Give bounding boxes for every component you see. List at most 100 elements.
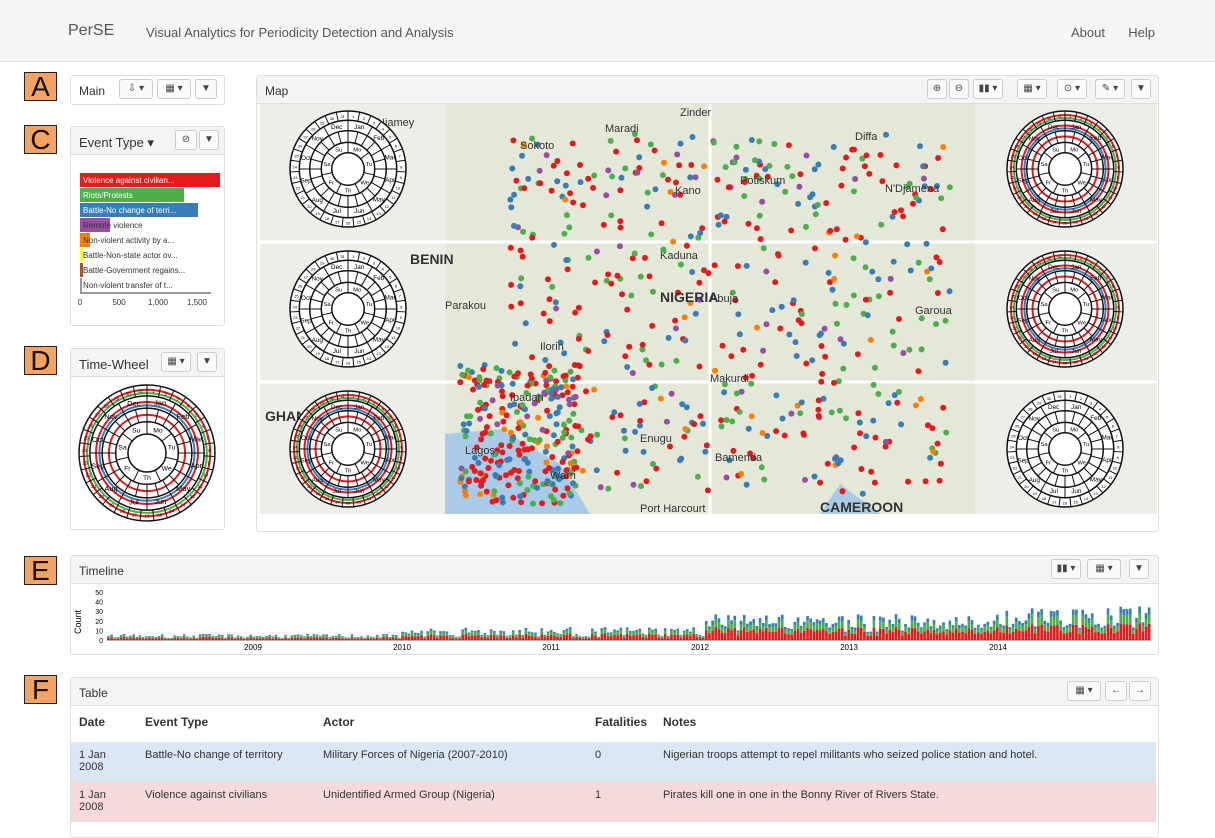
- event-dot[interactable]: [689, 269, 696, 275]
- timeline-bar[interactable]: [828, 633, 831, 640]
- event-dot[interactable]: [637, 273, 644, 280]
- timeline-bar[interactable]: [1097, 631, 1100, 640]
- timeline-bar[interactable]: [1005, 610, 1009, 617]
- timeline-bar[interactable]: [704, 630, 708, 641]
- timeline-bar[interactable]: [303, 637, 306, 639]
- event-dot[interactable]: [930, 448, 937, 455]
- event-dot[interactable]: [628, 292, 635, 299]
- event-dot[interactable]: [570, 199, 577, 206]
- timeline-bar[interactable]: [420, 630, 423, 633]
- timeline-bar[interactable]: [126, 636, 129, 638]
- event-dot[interactable]: [743, 481, 750, 488]
- event-dot[interactable]: [934, 440, 941, 447]
- timeline-bar[interactable]: [869, 635, 873, 640]
- event-dot[interactable]: [603, 192, 610, 199]
- event-dot[interactable]: [670, 238, 677, 245]
- timeline-bar[interactable]: [572, 638, 575, 640]
- timeline-bar[interactable]: [568, 633, 572, 640]
- event-dot[interactable]: [827, 227, 834, 234]
- event-dot[interactable]: [683, 242, 690, 249]
- timeline-bar[interactable]: [1081, 609, 1085, 616]
- event-dot[interactable]: [803, 360, 810, 367]
- timeline-bar[interactable]: [556, 636, 559, 640]
- timeline-bar[interactable]: [274, 635, 278, 636]
- timeline-bar[interactable]: [233, 638, 237, 639]
- timeline-bar[interactable]: [701, 636, 705, 639]
- timeline-bar[interactable]: [929, 633, 933, 640]
- event-dot[interactable]: [668, 390, 675, 397]
- event-dot[interactable]: [504, 457, 511, 463]
- timeline-bar[interactable]: [632, 631, 635, 633]
- timeline-bar[interactable]: [239, 636, 243, 637]
- event-dot[interactable]: [479, 430, 486, 437]
- event-dot[interactable]: [788, 227, 795, 234]
- timeline-bar[interactable]: [423, 636, 427, 638]
- timeline-bar[interactable]: [999, 627, 1002, 633]
- timeline-bar[interactable]: [723, 629, 727, 634]
- timeline-bar[interactable]: [584, 636, 588, 638]
- table-calendar-button[interactable]: ▦ ▾: [1067, 681, 1101, 701]
- timeline-bar[interactable]: [708, 633, 711, 640]
- event-dot[interactable]: [552, 299, 559, 306]
- timeline-bar[interactable]: [603, 627, 607, 630]
- timeline-bar[interactable]: [584, 636, 588, 637]
- timeline-bar[interactable]: [594, 631, 597, 634]
- timeline-bar[interactable]: [638, 631, 642, 635]
- timeline-bar[interactable]: [837, 616, 841, 622]
- timeline-bar[interactable]: [983, 631, 986, 640]
- timeline-bar[interactable]: [499, 635, 502, 640]
- timeline-bar[interactable]: [954, 621, 958, 629]
- timeline-bar[interactable]: [768, 632, 771, 640]
- event-dot[interactable]: [578, 427, 585, 434]
- timeline-bar[interactable]: [761, 631, 765, 641]
- event-dot[interactable]: [781, 432, 788, 439]
- timeline-bar[interactable]: [1106, 614, 1110, 625]
- timeline-bar[interactable]: [429, 634, 433, 640]
- timeline-bar[interactable]: [1103, 628, 1107, 633]
- timeline-bar[interactable]: [410, 630, 414, 633]
- timeline-bar[interactable]: [720, 627, 724, 633]
- timeline-bar[interactable]: [641, 636, 645, 640]
- event-dot[interactable]: [619, 291, 625, 298]
- timeline-bar[interactable]: [1100, 633, 1104, 640]
- timeline-bar[interactable]: [410, 632, 414, 636]
- timeline-bar[interactable]: [986, 621, 990, 626]
- event-dot[interactable]: [717, 212, 724, 219]
- timeline-bar[interactable]: [761, 623, 765, 627]
- timeline-bar[interactable]: [546, 635, 550, 640]
- timeline-bar[interactable]: [904, 632, 907, 640]
- timeline-bar[interactable]: [765, 615, 768, 621]
- timeline-bar[interactable]: [749, 630, 752, 640]
- event-dot[interactable]: [697, 230, 704, 236]
- timeline-bar[interactable]: [1125, 624, 1129, 641]
- event-dot[interactable]: [718, 417, 725, 424]
- timeline-bar[interactable]: [1109, 620, 1113, 628]
- event-dot[interactable]: [457, 363, 464, 369]
- event-dot[interactable]: [545, 276, 551, 283]
- event-dot[interactable]: [560, 373, 567, 380]
- timeline-bar[interactable]: [572, 636, 575, 637]
- timeline-bar[interactable]: [901, 632, 904, 636]
- event-dot[interactable]: [852, 176, 859, 182]
- timeline-bar[interactable]: [445, 631, 449, 634]
- event-dot[interactable]: [554, 178, 561, 185]
- header-event-type[interactable]: Event Type: [145, 715, 208, 729]
- event-dot[interactable]: [583, 388, 589, 395]
- event-dot[interactable]: [460, 421, 467, 428]
- timeline-bar[interactable]: [597, 636, 601, 638]
- timeline-bar[interactable]: [306, 635, 309, 637]
- timeline-bar[interactable]: [205, 634, 208, 636]
- timeline-bar[interactable]: [189, 637, 192, 639]
- timeline-bar[interactable]: [806, 620, 809, 628]
- event-dot[interactable]: [758, 464, 765, 471]
- timeline-bar[interactable]: [755, 626, 759, 629]
- timeline-bar[interactable]: [511, 630, 515, 633]
- timeline-bar[interactable]: [629, 635, 632, 641]
- event-dot[interactable]: [922, 478, 929, 485]
- timeline-bar[interactable]: [1144, 613, 1148, 619]
- timeline-bar[interactable]: [758, 618, 762, 623]
- timeline-bar[interactable]: [379, 637, 382, 639]
- timeline-bar[interactable]: [581, 637, 585, 639]
- timeline-bar[interactable]: [413, 636, 417, 640]
- timeline-bar[interactable]: [312, 635, 316, 637]
